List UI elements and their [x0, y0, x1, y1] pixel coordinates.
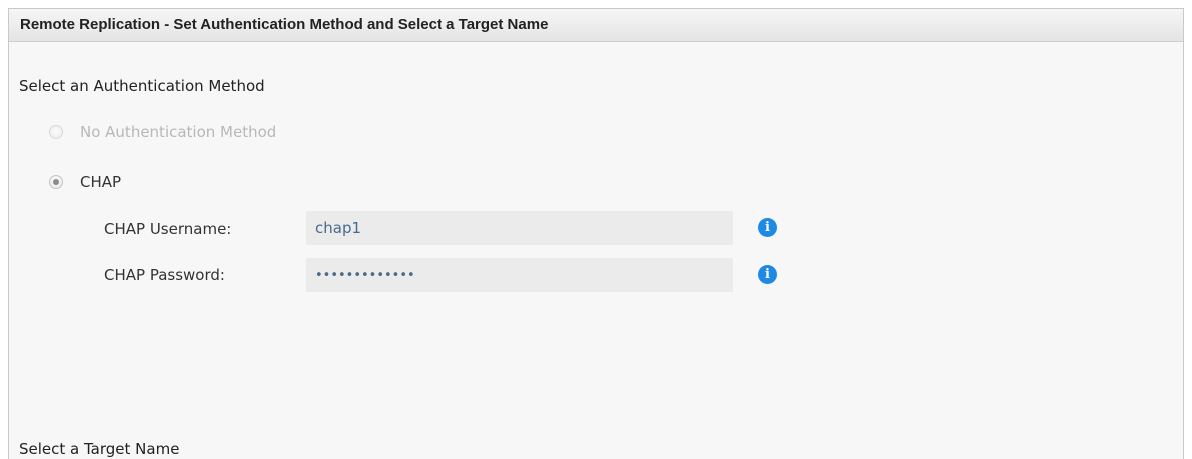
chap-username-input[interactable] [306, 211, 733, 245]
chap-password-label: CHAP Password: [104, 266, 225, 284]
info-icon[interactable]: i [758, 218, 777, 237]
radio-label-no-authentication: No Authentication Method [80, 123, 277, 141]
radio-chap[interactable]: CHAP [49, 173, 121, 191]
replication-panel: Remote Replication - Set Authentication … [8, 8, 1184, 459]
chap-username-label: CHAP Username: [104, 220, 232, 238]
radio-button-icon[interactable] [49, 125, 63, 139]
chap-password-input[interactable] [306, 258, 733, 292]
panel-header-title: Remote Replication - Set Authentication … [9, 9, 1183, 42]
auth-method-section-title: Select an Authentication Method [19, 77, 265, 95]
info-icon[interactable]: i [758, 265, 777, 284]
target-name-section-title: Select a Target Name [19, 440, 180, 458]
radio-button-icon[interactable] [49, 175, 63, 189]
radio-no-authentication[interactable]: No Authentication Method [49, 123, 276, 141]
radio-label-chap: CHAP [80, 173, 122, 191]
